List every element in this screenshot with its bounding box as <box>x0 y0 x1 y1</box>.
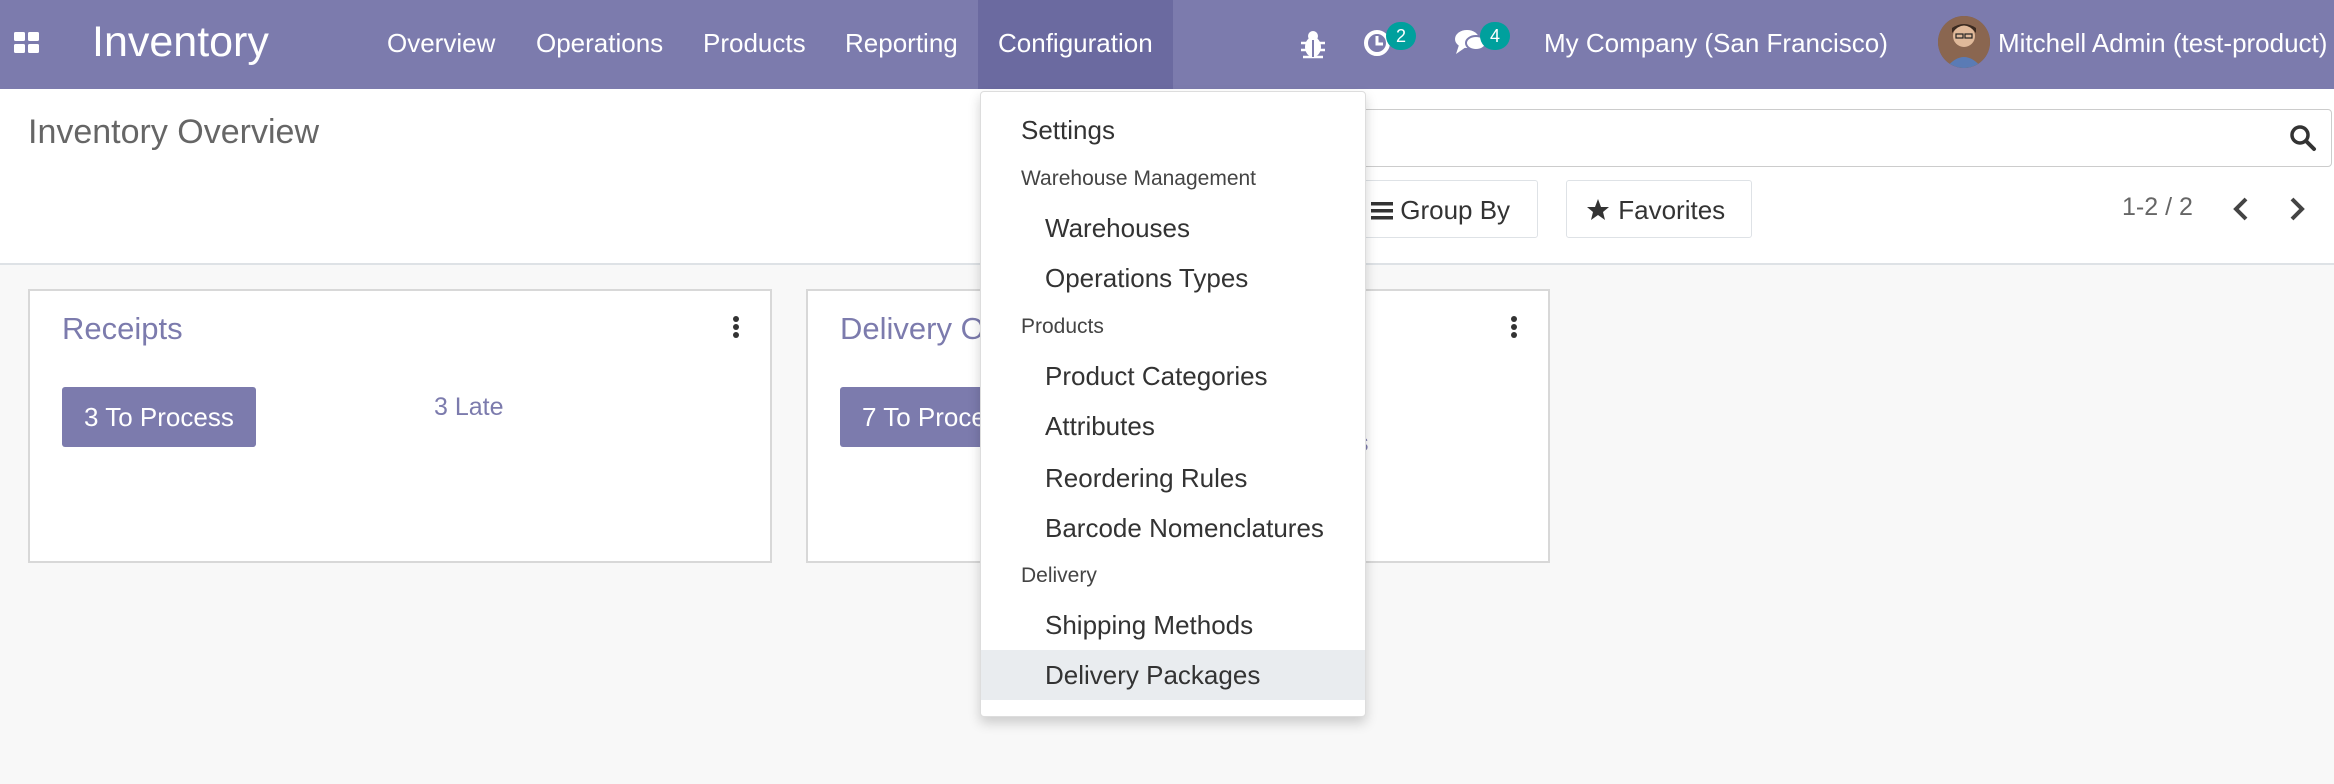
search-icon[interactable] <box>2289 124 2317 152</box>
messages-badge: 4 <box>1480 22 1510 50</box>
menu-item-attributes[interactable]: Attributes <box>981 401 1365 451</box>
kebab-menu-icon[interactable] <box>1510 315 1518 339</box>
menu-item-reordering-rules[interactable]: Reordering Rules <box>981 453 1365 503</box>
chevron-left-icon[interactable] <box>2228 193 2256 225</box>
menu-item-barcode-nomenclatures[interactable]: Barcode Nomenclatures <box>981 503 1365 553</box>
card-title[interactable]: Receipts <box>62 311 183 347</box>
receipts-card: Receipts 3 To Process 3 Late <box>28 289 772 563</box>
nav-overview[interactable]: Overview <box>387 0 495 89</box>
menu-item-settings[interactable]: Settings <box>981 105 1365 155</box>
apps-icon[interactable] <box>14 32 40 54</box>
late-link[interactable]: 3 Late <box>434 393 504 422</box>
nav-configuration[interactable]: Configuration <box>978 0 1173 89</box>
nav-products[interactable]: Products <box>703 0 806 89</box>
menu-item-delivery-packages[interactable]: Delivery Packages <box>981 650 1365 700</box>
page-title: Inventory Overview <box>28 113 319 151</box>
chevron-right-icon[interactable] <box>2282 193 2310 225</box>
favorites-button[interactable]: Favorites <box>1566 180 1752 238</box>
configuration-dropdown: Settings Warehouse Management Warehouses… <box>980 91 1366 717</box>
menu-item-product-categories[interactable]: Product Categories <box>981 351 1365 401</box>
app-title[interactable]: Inventory <box>92 14 269 70</box>
menu-item-shipping-methods[interactable]: Shipping Methods <box>981 600 1365 650</box>
bug-icon[interactable] <box>1298 29 1328 59</box>
menu-header-delivery: Delivery <box>1021 564 1097 587</box>
user-menu[interactable]: Mitchell Admin (test-product) <box>1998 0 2327 86</box>
group-by-label: Group By <box>1400 195 1511 225</box>
to-process-button[interactable]: 3 To Process <box>62 387 256 447</box>
star-icon <box>1587 199 1609 220</box>
nav-operations[interactable]: Operations <box>536 0 663 89</box>
card-title[interactable]: Delivery O <box>840 311 985 347</box>
bars-icon <box>1371 202 1393 220</box>
company-switcher[interactable]: My Company (San Francisco) <box>1544 0 1888 86</box>
top-navbar: Inventory Overview Operations Products R… <box>0 0 2334 89</box>
menu-item-warehouses[interactable]: Warehouses <box>981 203 1365 253</box>
nav-reporting[interactable]: Reporting <box>845 0 958 89</box>
avatar[interactable] <box>1938 16 1990 68</box>
search-input[interactable] <box>1350 109 2332 167</box>
menu-header-warehouse-management: Warehouse Management <box>1021 167 1257 190</box>
menu-header-products: Products <box>1021 315 1104 338</box>
menu-item-operations-types[interactable]: Operations Types <box>981 253 1365 303</box>
favorites-label: Favorites <box>1618 195 1726 225</box>
group-by-button[interactable]: Group By <box>1350 180 1538 238</box>
pager-value[interactable]: 1-2 / 2 <box>2122 193 2193 222</box>
kebab-menu-icon[interactable] <box>732 315 740 339</box>
activity-badge: 2 <box>1386 22 1416 50</box>
